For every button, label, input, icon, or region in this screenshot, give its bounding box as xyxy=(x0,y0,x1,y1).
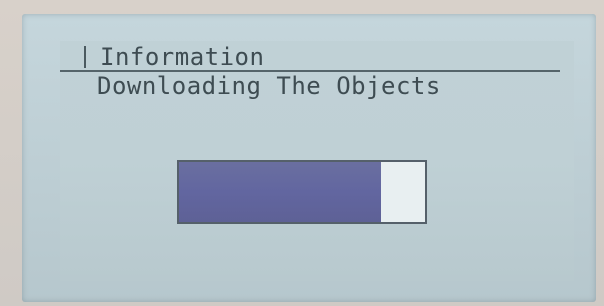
progress-bar xyxy=(177,160,427,224)
dialog-title: Information xyxy=(100,43,265,71)
dialog-header: Information xyxy=(84,43,265,71)
status-message: Downloading The Objects xyxy=(97,72,441,100)
progress-bar-fill xyxy=(179,162,381,222)
header-marker xyxy=(84,46,86,68)
